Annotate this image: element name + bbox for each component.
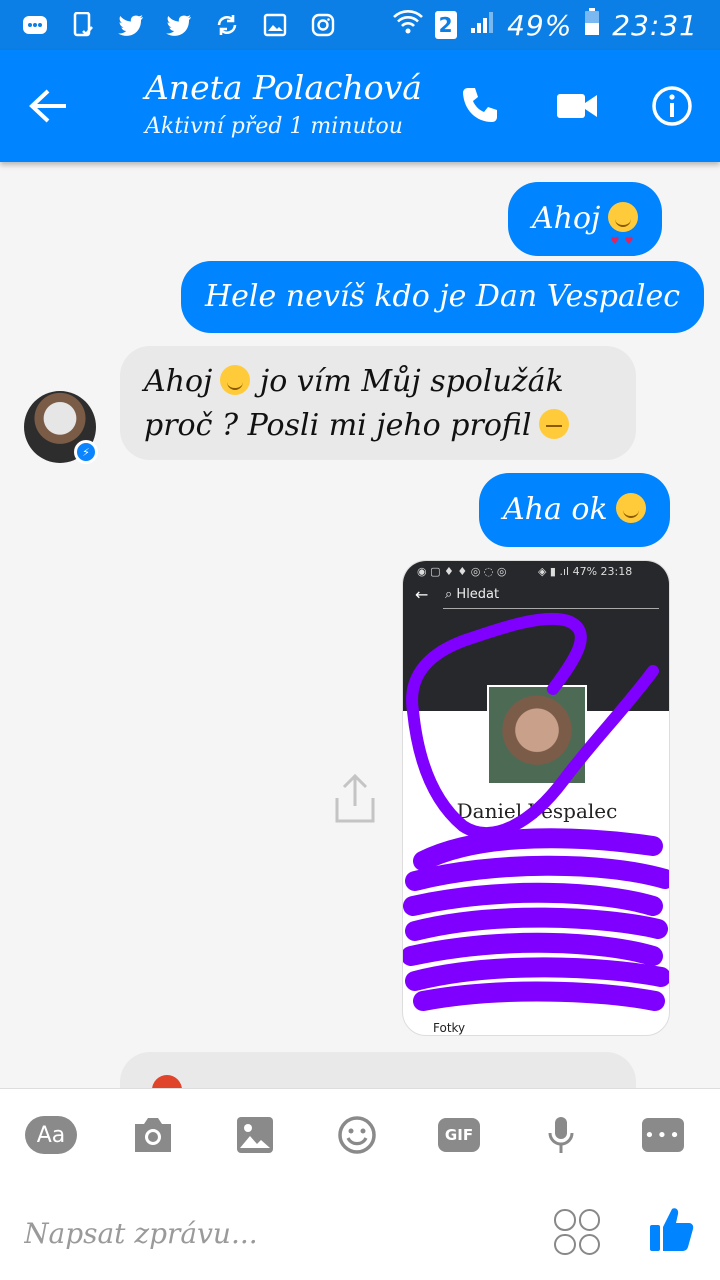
- battery-icon: [584, 7, 600, 43]
- compose-bar: Aa GIF •••: [0, 1088, 720, 1280]
- outgoing-message[interactable]: Ahoj: [508, 182, 663, 279]
- more-icon: •••: [642, 1118, 684, 1152]
- text-style-button[interactable]: Aa: [24, 1115, 78, 1155]
- microphone-icon: [548, 1117, 574, 1153]
- gif-button[interactable]: GIF: [432, 1115, 486, 1155]
- status-bar: 2 49% 23:31: [0, 0, 720, 50]
- camera-button[interactable]: [126, 1115, 180, 1155]
- message-text: Hele nevíš kdo je Dan Vespalec: [205, 279, 681, 314]
- message-text: Ahoj: [144, 364, 213, 399]
- message-input[interactable]: [24, 1211, 524, 1255]
- active-status: Aktivní před 1 minutou: [145, 114, 403, 139]
- info-icon[interactable]: [650, 84, 694, 128]
- phone-check-icon: [70, 12, 96, 38]
- message-text: proč ? Posli mi jeho profil: [144, 408, 532, 443]
- shared-image-message[interactable]: ◉ ▢ ♦ ♦ ◎ ◌ ◎ ◈ ▮ .ıl 47% 23:18 ← ⌕ Hled…: [402, 560, 670, 1036]
- battery-percent: 49%: [507, 8, 573, 42]
- camera-icon: [135, 1118, 171, 1152]
- wifi-icon: [393, 9, 423, 42]
- incoming-message-partial[interactable]: [120, 1052, 636, 1088]
- video-call-icon[interactable]: [555, 84, 599, 128]
- purple-scribble: [403, 612, 669, 1011]
- messages-notification-icon: [22, 12, 48, 38]
- thumbs-up-icon[interactable]: [648, 1205, 694, 1253]
- voice-button[interactable]: [534, 1115, 588, 1155]
- expressionless-emoji-icon: [539, 409, 570, 439]
- stickers-icon[interactable]: [554, 1209, 600, 1255]
- sync-icon: [214, 12, 240, 38]
- clock: 23:31: [612, 8, 698, 42]
- back-arrow-icon[interactable]: [28, 88, 68, 124]
- heart-eyes-emoji-icon: [608, 202, 639, 279]
- message-text: Aha ok: [503, 492, 608, 527]
- conversation-header: Aneta Polachová Aktivní před 1 minutou: [0, 50, 720, 162]
- outgoing-message[interactable]: Hele nevíš kdo je Dan Vespalec: [181, 261, 705, 333]
- gallery-button[interactable]: [228, 1115, 282, 1155]
- twitter-icon: [118, 12, 144, 38]
- message-text: Ahoj: [532, 201, 601, 236]
- sim-indicator: 2: [435, 11, 458, 39]
- message-list[interactable]: Ahoj Hele nevíš kdo je Dan Vespalec Ahoj…: [0, 162, 720, 1088]
- instagram-icon: [310, 12, 336, 38]
- messenger-badge-icon: ⚡: [74, 440, 98, 464]
- gallery-icon: [262, 12, 288, 38]
- incoming-message[interactable]: Ahoj jo vím Můj spolužák proč ? Posli mi…: [120, 346, 636, 460]
- twitter-icon: [166, 12, 192, 38]
- more-options-button[interactable]: •••: [636, 1115, 690, 1155]
- smiling-emoji-icon: [220, 365, 251, 395]
- image-icon: [237, 1117, 273, 1153]
- share-icon[interactable]: [334, 774, 376, 824]
- contact-name[interactable]: Aneta Polachová: [145, 68, 422, 107]
- outgoing-message[interactable]: Aha ok: [479, 473, 670, 547]
- signal-icon: [469, 9, 495, 42]
- smiling-emoji-icon: [615, 493, 646, 523]
- smiley-icon: [338, 1116, 376, 1154]
- message-text: jo vím Můj spolužák: [259, 364, 564, 399]
- phone-call-icon[interactable]: [458, 84, 502, 128]
- angry-emoji-icon: [152, 1075, 182, 1088]
- emoji-button[interactable]: [330, 1115, 384, 1155]
